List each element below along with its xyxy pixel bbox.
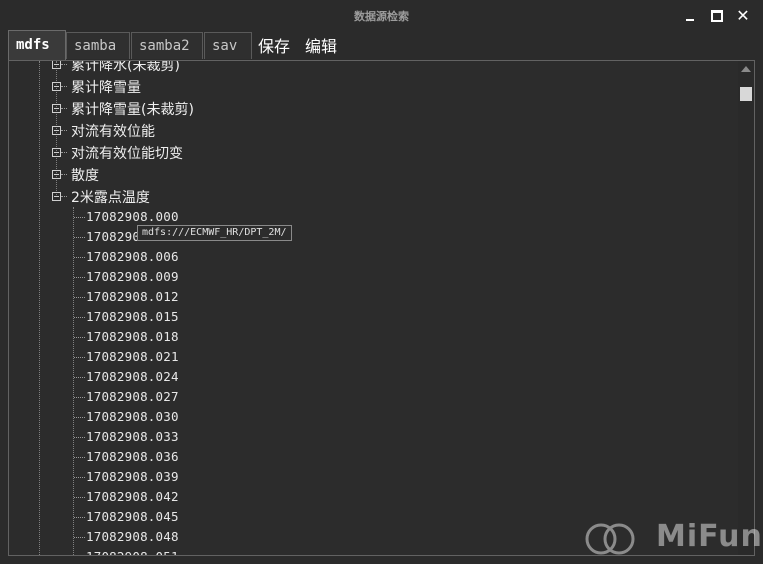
tree-connector bbox=[74, 517, 85, 518]
tree-connector bbox=[61, 108, 67, 109]
tree-connector bbox=[61, 152, 67, 153]
tree-connector bbox=[74, 357, 85, 358]
tree-connector bbox=[74, 457, 85, 458]
tree-leaf-label: 17082908.018 bbox=[86, 329, 179, 344]
tree-connector bbox=[74, 337, 85, 338]
tree-leaf-label: 17082908.024 bbox=[86, 369, 179, 384]
tab-samba2[interactable]: samba2 bbox=[131, 32, 203, 59]
maximize-button[interactable] bbox=[708, 7, 726, 25]
tree-node-label: 2米露点温度 bbox=[71, 190, 150, 206]
tree-leaf-label: 17082908.051 bbox=[86, 549, 179, 555]
collapse-toggle-icon[interactable] bbox=[52, 82, 61, 91]
collapse-toggle-icon[interactable] bbox=[52, 148, 61, 157]
tree-connector bbox=[61, 174, 67, 175]
tree-leaf-label: 17082908.006 bbox=[86, 249, 179, 264]
tree-connector bbox=[74, 377, 85, 378]
collapse-toggle-icon[interactable] bbox=[52, 192, 61, 201]
tab-mdfs[interactable]: mdfs bbox=[8, 30, 66, 61]
tree-leaf-label: 17082908.027 bbox=[86, 389, 179, 404]
tree-leaf-label: 17082908.030 bbox=[86, 409, 179, 424]
tree-leaf-label: 17082908.000 bbox=[86, 209, 179, 224]
scroll-thumb[interactable] bbox=[740, 87, 752, 101]
tree-connector bbox=[61, 64, 67, 65]
tree-leaf-label: 17082908.015 bbox=[86, 309, 179, 324]
tree-node-label: 对流有效位能 bbox=[71, 124, 155, 140]
tree-leaf-label: 17082908.012 bbox=[86, 289, 179, 304]
tree-connector bbox=[74, 537, 85, 538]
tree-node-label: 累计降雪量 bbox=[71, 80, 141, 96]
tree-leaf-label: 17082908.048 bbox=[86, 529, 179, 544]
tree-connector bbox=[74, 217, 85, 218]
tab-samba[interactable]: samba bbox=[66, 32, 130, 59]
minimize-button[interactable] bbox=[682, 7, 700, 25]
tree-node-label: 累计降雪量(未裁剪) bbox=[71, 102, 194, 118]
tree-leaf-label: 17082908.045 bbox=[86, 509, 179, 524]
collapse-toggle-icon[interactable] bbox=[52, 61, 61, 69]
close-button[interactable]: ✕ bbox=[734, 7, 752, 25]
tree-connector bbox=[61, 86, 67, 87]
tree-guide-line bbox=[39, 61, 40, 555]
vertical-scrollbar[interactable] bbox=[738, 61, 754, 555]
tree-connector bbox=[61, 196, 67, 197]
tree-connector bbox=[74, 257, 85, 258]
collapse-toggle-icon[interactable] bbox=[52, 104, 61, 113]
tree-leaf-label: 17082908.033 bbox=[86, 429, 179, 444]
tree-leaf-label: 17082908.009 bbox=[86, 269, 179, 284]
tree-connector bbox=[74, 497, 85, 498]
tree-connector bbox=[74, 237, 85, 238]
tree-connector bbox=[74, 397, 85, 398]
collapse-toggle-icon[interactable] bbox=[52, 126, 61, 135]
menu-edit[interactable]: 编辑 bbox=[305, 33, 337, 57]
tree-leaf-label: 17082908.021 bbox=[86, 349, 179, 364]
menu-save[interactable]: 保存 bbox=[258, 33, 290, 57]
tree-connector bbox=[74, 417, 85, 418]
collapse-toggle-icon[interactable] bbox=[52, 170, 61, 179]
tree-leaf-label: 17082908.039 bbox=[86, 469, 179, 484]
path-tooltip: mdfs:///ECMWF_HR/DPT_2M/ bbox=[137, 225, 292, 241]
tab-sav[interactable]: sav bbox=[204, 32, 252, 59]
scroll-up-arrow-icon[interactable] bbox=[741, 66, 751, 72]
tree-connector bbox=[74, 297, 85, 298]
watermark-logo-icon bbox=[585, 523, 635, 555]
tree-connector bbox=[74, 477, 85, 478]
title-bar: 数据源检索 ✕ bbox=[0, 0, 763, 32]
watermark-text: MiFun bbox=[656, 519, 763, 554]
window-title: 数据源检索 bbox=[354, 10, 409, 23]
tree-node-label: 散度 bbox=[71, 168, 99, 184]
data-source-tree[interactable]: 累计降水(未裁剪) 累计降雪量累计降雪量(未裁剪) 对流有效位能对流有效位能切变 散度… bbox=[9, 61, 737, 555]
tree-leaf-label: 17082908.042 bbox=[86, 489, 179, 504]
tree-connector bbox=[74, 437, 85, 438]
tree-node-label: 累计降水(未裁剪) bbox=[71, 61, 180, 74]
tree-connector bbox=[74, 277, 85, 278]
tree-panel: 累计降水(未裁剪) 累计降雪量累计降雪量(未裁剪) 对流有效位能对流有效位能切变 散度… bbox=[8, 60, 755, 556]
tree-node-label: 对流有效位能切变 bbox=[71, 146, 183, 162]
tree-leaf-label: 17082908.036 bbox=[86, 449, 179, 464]
tree-connector bbox=[61, 130, 67, 131]
tree-connector bbox=[74, 317, 85, 318]
watermark: MiFun bbox=[580, 518, 763, 558]
tree-guide-line bbox=[73, 207, 74, 555]
